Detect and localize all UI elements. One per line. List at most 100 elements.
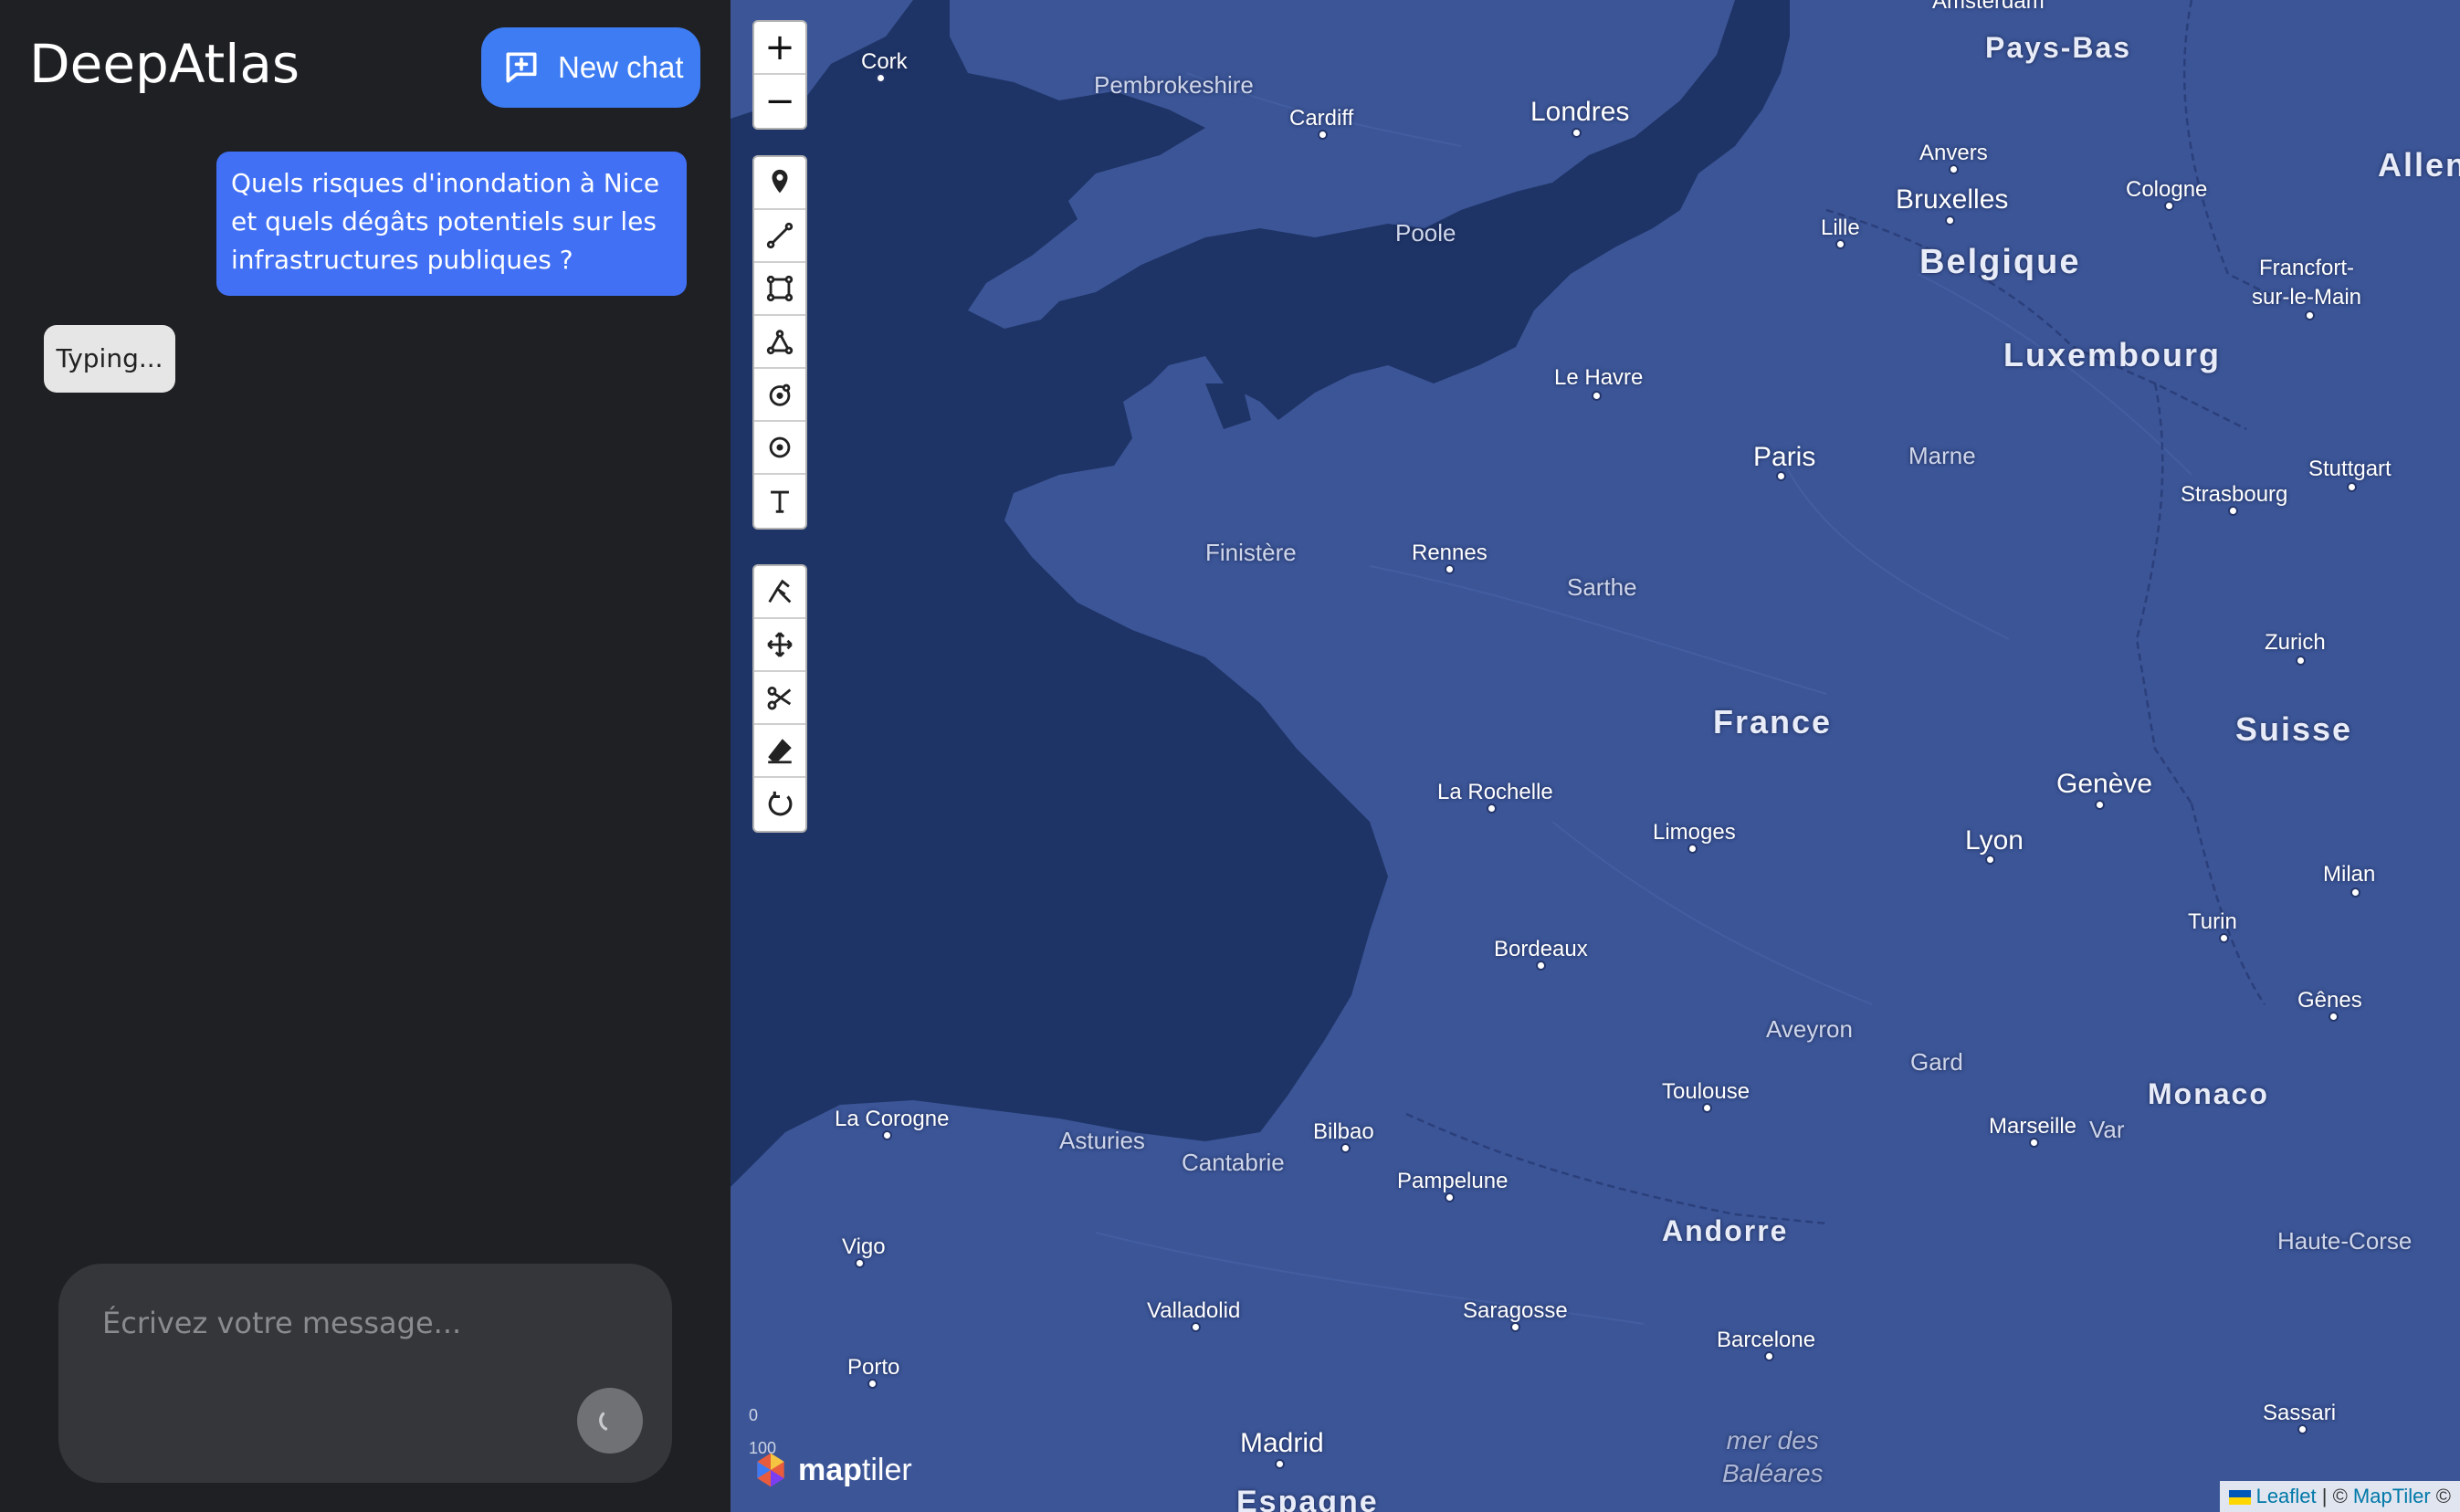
new-chat-button[interactable]: New chat (481, 27, 700, 108)
map-view[interactable]: + − Cork Pembrokeshire Cardiff Londres P… (731, 0, 2460, 1512)
map-label-le-havre: Le Havre (1554, 365, 1644, 390)
map-basemap (731, 0, 2460, 1512)
map-label-bruxelles: Bruxelles (1896, 184, 2009, 215)
map-label-la-rochelle: La Rochelle (1437, 780, 1553, 804)
map-city-dot (1949, 164, 1959, 174)
leaflet-link[interactable]: Leaflet (2256, 1485, 2317, 1507)
map-label-monaco: Monaco (2148, 1077, 2269, 1110)
map-label-cologne: Cologne (2126, 177, 2208, 202)
map-city-dot (1445, 1192, 1455, 1202)
map-label-anvers: Anvers (1919, 141, 1988, 165)
map-city-dot (1318, 130, 1328, 140)
map-label-luxembourg: Luxembourg (2003, 336, 2222, 373)
new-chat-icon (506, 52, 537, 83)
polygon-icon (766, 330, 794, 355)
map-city-dot (1592, 391, 1602, 401)
map-city-dot (2329, 1012, 2339, 1022)
zoom-in-button[interactable]: + (754, 22, 805, 75)
map-city-dot (867, 1379, 878, 1389)
message-input[interactable] (102, 1291, 614, 1355)
draw-circle-button[interactable] (754, 369, 805, 422)
map-label-pembrokeshire: Pembrokeshire (1094, 71, 1254, 99)
map-label-saragosse: Saragosse (1463, 1298, 1568, 1323)
delete-layers-button[interactable] (754, 725, 805, 778)
cut-button[interactable] (754, 672, 805, 725)
map-label-marseille: Marseille (1989, 1114, 2077, 1139)
map-label-aveyron: Aveyron (1766, 1015, 1853, 1043)
drag-button[interactable] (754, 619, 805, 672)
scale-top-label: 0 (749, 1406, 759, 1424)
draw-polygon-button[interactable] (754, 316, 805, 369)
map-label-allemagne: Allen (2378, 146, 2460, 184)
map-label-bilbao: Bilbao (1313, 1119, 1374, 1144)
map-city-dot (2305, 310, 2315, 320)
map-label-turin: Turin (2188, 909, 2237, 934)
map-label-suisse: Suisse (2235, 710, 2353, 748)
map-city-dot (1487, 803, 1497, 814)
map-label-andorre: Andorre (1662, 1214, 1789, 1247)
map-label-pays-bas: Pays-Bas (1985, 31, 2132, 64)
map-city-dot (1985, 855, 1995, 865)
draw-marker-button[interactable] (754, 157, 805, 210)
map-label-madrid: Madrid (1240, 1428, 1324, 1458)
map-label-valladolid: Valladolid (1147, 1298, 1241, 1323)
map-label-poole: Poole (1395, 219, 1456, 247)
map-city-dot (1776, 471, 1786, 481)
map-label-barcelone: Barcelone (1717, 1328, 1816, 1352)
map-city-dot (882, 1130, 892, 1140)
new-chat-label: New chat (558, 50, 684, 84)
cut-polygon-icon (768, 579, 792, 604)
map-label-toulouse: Toulouse (1662, 1079, 1750, 1104)
map-city-dot (2228, 506, 2238, 516)
map-label-rennes: Rennes (1412, 541, 1488, 565)
map-city-dot (1340, 1143, 1351, 1153)
map-label-vigo: Vigo (842, 1234, 886, 1259)
map-label-stuttgart: Stuttgart (2308, 457, 2392, 481)
map-city-dot (1445, 564, 1455, 574)
draw-text-button[interactable] (754, 475, 805, 528)
map-city-dot (1945, 215, 1955, 226)
map-label-bordeaux: Bordeaux (1494, 937, 1588, 961)
map-city-dot (2164, 201, 2174, 211)
drag-icon (767, 632, 793, 657)
polyline-icon (766, 222, 794, 249)
send-button[interactable] (577, 1388, 643, 1454)
zoom-out-button[interactable]: − (754, 75, 805, 128)
map-label-asturies: Asturies (1059, 1127, 1145, 1154)
map-city-dot (2297, 1424, 2308, 1434)
loading-spinner-icon (599, 1412, 608, 1431)
map-label-geneve: Genève (2056, 769, 2153, 799)
draw-circle-marker-button[interactable] (754, 422, 805, 475)
map-label-milan: Milan (2323, 862, 2376, 887)
rectangle-icon (766, 275, 794, 302)
map-label-sassari: Sassari (2263, 1401, 2337, 1425)
text-icon (771, 490, 789, 513)
maptiler-logo[interactable]: maptiler (751, 1450, 912, 1490)
map-label-var: Var (2089, 1116, 2125, 1143)
map-attribution: Leaflet | © MapTiler © (2219, 1481, 2460, 1512)
zoom-control: + − (752, 20, 807, 130)
map-label-zurich: Zurich (2265, 630, 2326, 655)
map-city-dot (1191, 1322, 1201, 1332)
map-label-francfort: Francfort- sur-le-Main (2252, 256, 2362, 310)
map-label-pampelune: Pampelune (1397, 1169, 1509, 1193)
draw-polyline-button[interactable] (754, 210, 805, 263)
map-label-porto: Porto (847, 1355, 900, 1380)
map-label-lille: Lille (1821, 215, 1860, 240)
map-city-dot (2296, 656, 2306, 666)
map-label-finistere: Finistère (1205, 539, 1297, 566)
map-city-dot (1536, 961, 1546, 971)
rotate-button[interactable] (754, 778, 805, 831)
draw-rectangle-button[interactable] (754, 263, 805, 316)
map-city-dot (1275, 1459, 1285, 1469)
map-label-gard: Gard (1910, 1048, 1963, 1076)
circle-icon (769, 383, 791, 406)
eraser-icon (768, 739, 792, 764)
circle-marker-icon (769, 436, 791, 458)
cut-polygon-button[interactable] (754, 566, 805, 619)
typing-indicator: Typing... (44, 325, 175, 393)
maptiler-link[interactable]: MapTiler (2353, 1485, 2431, 1507)
map-label-amsterdam: Amsterdam (1932, 0, 2045, 14)
map-city-dot (2219, 933, 2229, 943)
map-label-londres: Londres (1530, 97, 1630, 127)
